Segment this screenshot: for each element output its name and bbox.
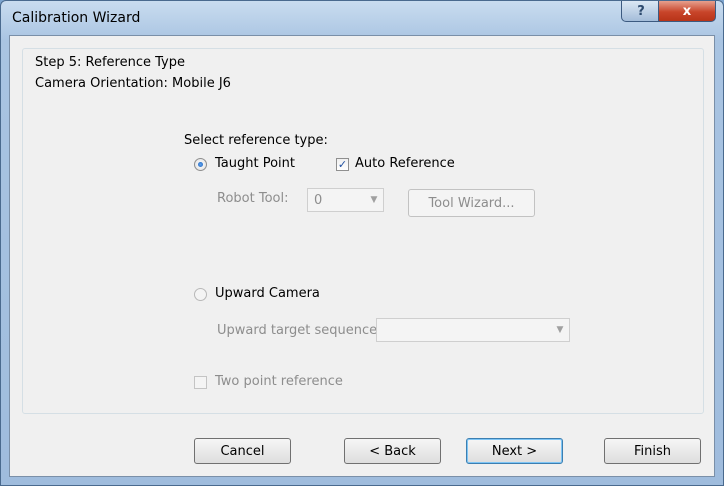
upward-target-label: Upward target sequence: xyxy=(217,323,382,338)
close-button[interactable]: x xyxy=(658,1,716,22)
robot-tool-dropdown[interactable]: 0 ▼ xyxy=(307,188,384,212)
help-button[interactable]: ? xyxy=(621,1,661,22)
two-point-label[interactable]: Two point reference xyxy=(215,374,343,389)
tool-wizard-button[interactable]: Tool Wizard... xyxy=(408,189,535,217)
tool-wizard-label: Tool Wizard... xyxy=(428,195,515,211)
window-title: Calibration Wizard xyxy=(12,10,141,26)
check-icon: ✓ xyxy=(337,158,348,171)
camera-orientation-label: Camera Orientation: Mobile J6 xyxy=(35,76,231,91)
auto-reference-checkbox[interactable]: ✓ xyxy=(336,158,349,171)
auto-reference-label[interactable]: Auto Reference xyxy=(355,156,455,171)
upward-target-dropdown[interactable]: ▼ xyxy=(376,318,570,342)
dialog-body: Step 5: Reference Type Camera Orientatio… xyxy=(9,35,715,477)
taught-point-radio[interactable] xyxy=(194,158,207,171)
radio-selected-dot xyxy=(198,162,203,167)
robot-tool-value: 0 xyxy=(314,193,323,208)
select-reference-prompt: Select reference type: xyxy=(184,133,328,148)
chevron-down-icon: ▼ xyxy=(370,195,378,205)
taught-point-label[interactable]: Taught Point xyxy=(215,156,295,171)
robot-tool-label: Robot Tool: xyxy=(217,191,289,206)
upward-camera-radio[interactable] xyxy=(194,288,207,301)
next-label: Next > xyxy=(491,443,538,459)
back-button[interactable]: < Back xyxy=(344,438,441,464)
finish-label: Finish xyxy=(633,443,671,459)
chevron-down-icon: ▼ xyxy=(556,325,564,335)
title-bar[interactable]: Calibration Wizard ? x xyxy=(1,1,723,35)
reference-type-group: Step 5: Reference Type xyxy=(22,48,704,414)
calibration-wizard-window: Calibration Wizard ? x Step 5: Reference… xyxy=(0,0,724,486)
close-icon: x xyxy=(682,3,692,19)
two-point-checkbox[interactable] xyxy=(194,376,207,389)
back-label: < Back xyxy=(369,443,416,459)
upward-camera-label[interactable]: Upward Camera xyxy=(215,286,320,301)
help-icon: ? xyxy=(637,3,645,19)
finish-button[interactable]: Finish xyxy=(604,438,701,464)
cancel-button[interactable]: Cancel xyxy=(194,438,291,464)
step-legend: Step 5: Reference Type xyxy=(33,55,187,70)
next-button[interactable]: Next > xyxy=(466,438,563,464)
cancel-label: Cancel xyxy=(220,443,265,459)
